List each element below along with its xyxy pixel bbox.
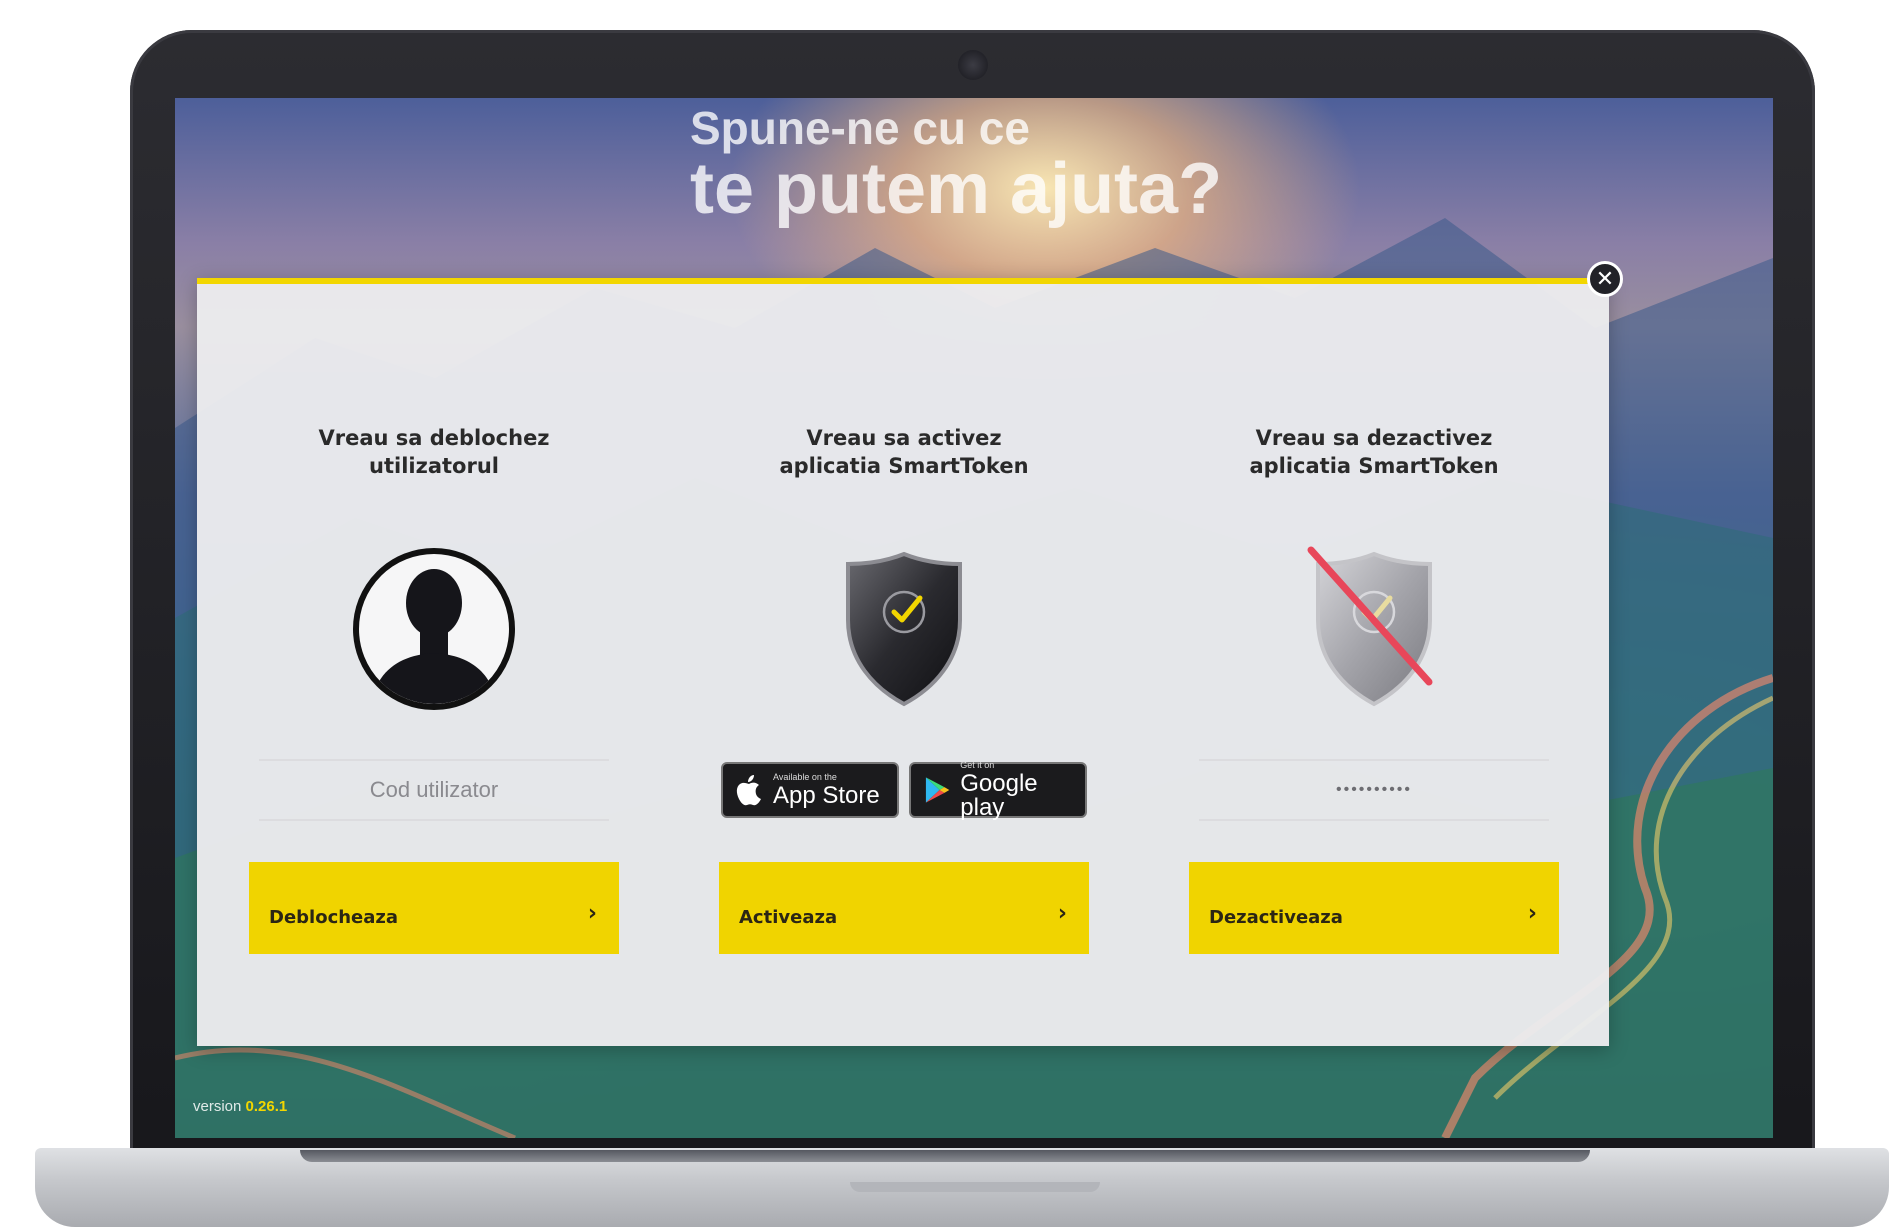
laptop-mockup: Spune-ne cu ce te putem ajuta? Vreau sa … bbox=[0, 0, 1889, 1227]
deactivate-button-label: Dezactiveaza bbox=[1209, 906, 1343, 928]
unblock-button-label: Deblocheaza bbox=[269, 906, 399, 928]
heading-line1: Vreau sa deblochez bbox=[318, 426, 550, 450]
google-play-small-text: Get it on bbox=[960, 759, 995, 770]
hero-title-line2: te putem ajuta? bbox=[690, 149, 1223, 230]
disabled-shield-icon-wrap bbox=[1189, 539, 1559, 719]
heading-line2: aplicatia SmartToken bbox=[1249, 454, 1499, 478]
app-store-small-text: Available on the bbox=[773, 771, 837, 782]
deactivate-button[interactable]: Dezactiveaza › bbox=[1189, 862, 1559, 954]
heading-line2: aplicatia SmartToken bbox=[779, 454, 1029, 478]
version-text: version bbox=[193, 1098, 242, 1115]
password-input[interactable]: •••••••••• bbox=[1199, 759, 1549, 821]
chevron-right-icon: › bbox=[587, 900, 597, 926]
app-store-badge[interactable]: Available on the App Store bbox=[721, 762, 899, 818]
deactivate-heading: Vreau sa dezactivez aplicatia SmartToken bbox=[1189, 424, 1559, 480]
heading-line1: Vreau sa dezactivez bbox=[1255, 426, 1493, 450]
apple-icon bbox=[736, 775, 761, 806]
chevron-right-icon: › bbox=[1057, 900, 1067, 926]
app-screen: Spune-ne cu ce te putem ajuta? Vreau sa … bbox=[175, 98, 1773, 1138]
shield-icon-wrap bbox=[719, 539, 1089, 719]
user-icon-wrap bbox=[249, 539, 619, 719]
camera-icon bbox=[958, 50, 988, 80]
laptop-notch bbox=[850, 1182, 1100, 1192]
close-icon[interactable]: ✕ bbox=[1587, 261, 1623, 297]
laptop-hinge bbox=[300, 1150, 1590, 1162]
unblock-user-heading: Vreau sa deblochez utilizatorul bbox=[249, 424, 619, 480]
activate-heading: Vreau sa activez aplicatia SmartToken bbox=[719, 424, 1089, 480]
deactivate-smarttoken-column: Vreau sa dezactivez aplicatia SmartToken bbox=[1189, 284, 1559, 1046]
google-play-badge[interactable]: Get it on Google play bbox=[909, 759, 1087, 821]
activate-button-label: Activeaza bbox=[739, 906, 838, 928]
google-play-icon bbox=[925, 777, 950, 803]
store-badges: Available on the App Store Get it on Goo… bbox=[719, 759, 1089, 821]
hero-title-line1: Spune-ne cu ce bbox=[690, 102, 1030, 154]
unblock-button[interactable]: Deblocheaza › bbox=[249, 862, 619, 954]
hero-title: Spune-ne cu ce te putem ajuta? bbox=[690, 104, 1222, 228]
user-silhouette-icon bbox=[353, 548, 515, 710]
help-modal: Vreau sa deblochez utilizatorul Cod util… bbox=[197, 278, 1609, 1046]
shield-check-icon bbox=[846, 551, 962, 707]
heading-line1: Vreau sa activez bbox=[806, 426, 1002, 450]
shield-disabled-icon bbox=[1307, 546, 1433, 707]
chevron-right-icon: › bbox=[1527, 900, 1537, 926]
version-number: 0.26.1 bbox=[245, 1098, 288, 1115]
unblock-user-column: Vreau sa deblochez utilizatorul Cod util… bbox=[249, 284, 619, 1046]
version-label: version 0.26.1 bbox=[193, 1098, 287, 1115]
user-code-input[interactable]: Cod utilizator bbox=[259, 759, 609, 821]
app-store-big-text: App Store bbox=[773, 781, 880, 809]
google-play-big-text: Google play bbox=[960, 769, 1038, 821]
activate-button[interactable]: Activeaza › bbox=[719, 862, 1089, 954]
heading-line2: utilizatorul bbox=[369, 454, 499, 478]
activate-smarttoken-column: Vreau sa activez aplicatia SmartToken Av… bbox=[719, 284, 1089, 1046]
